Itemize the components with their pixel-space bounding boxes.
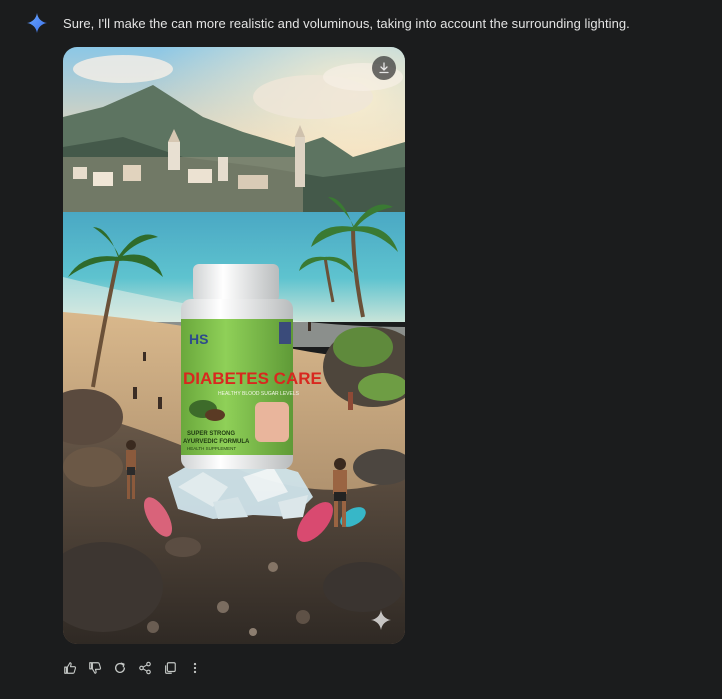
- download-button[interactable]: [372, 56, 396, 80]
- download-icon: [379, 62, 389, 74]
- thumbs-up-icon: [64, 662, 77, 674]
- response-text: Sure, I'll make the can more realistic a…: [63, 16, 630, 31]
- product-line1: SUPER STRONG: [187, 431, 235, 437]
- more-options-button[interactable]: [187, 660, 203, 676]
- redo-icon: [114, 662, 126, 673]
- product-brand: HS: [189, 331, 208, 347]
- share-button[interactable]: [137, 660, 153, 676]
- response-actions: [62, 659, 203, 677]
- thumbs-down-button[interactable]: [87, 660, 103, 676]
- beach-scene-image: HS DIABETES CARE HEALTHY BLOOD SUGAR LEV…: [63, 47, 405, 644]
- product-footer: HEALTH SUPPLEMENT: [187, 446, 236, 451]
- share-icon: [139, 661, 151, 675]
- product-tagline: HEALTHY BLOOD SUGAR LEVELS: [218, 391, 300, 397]
- generated-image[interactable]: HS DIABETES CARE HEALTHY BLOOD SUGAR LEV…: [63, 47, 405, 644]
- copy-icon: [165, 662, 176, 674]
- sparkle-icon: [371, 610, 391, 630]
- regenerate-button[interactable]: [112, 660, 128, 676]
- thumbs-down-icon: [89, 662, 102, 674]
- gemini-sparkle-icon: [27, 13, 47, 33]
- copy-button[interactable]: [162, 660, 178, 676]
- product-line2: AYURVEDIC FORMULA: [183, 439, 250, 445]
- product-name: DIABETES CARE: [183, 369, 322, 388]
- thumbs-up-button[interactable]: [62, 660, 78, 676]
- chat-response: Sure, I'll make the can more realistic a…: [0, 0, 722, 699]
- more-vert-icon: [193, 662, 197, 674]
